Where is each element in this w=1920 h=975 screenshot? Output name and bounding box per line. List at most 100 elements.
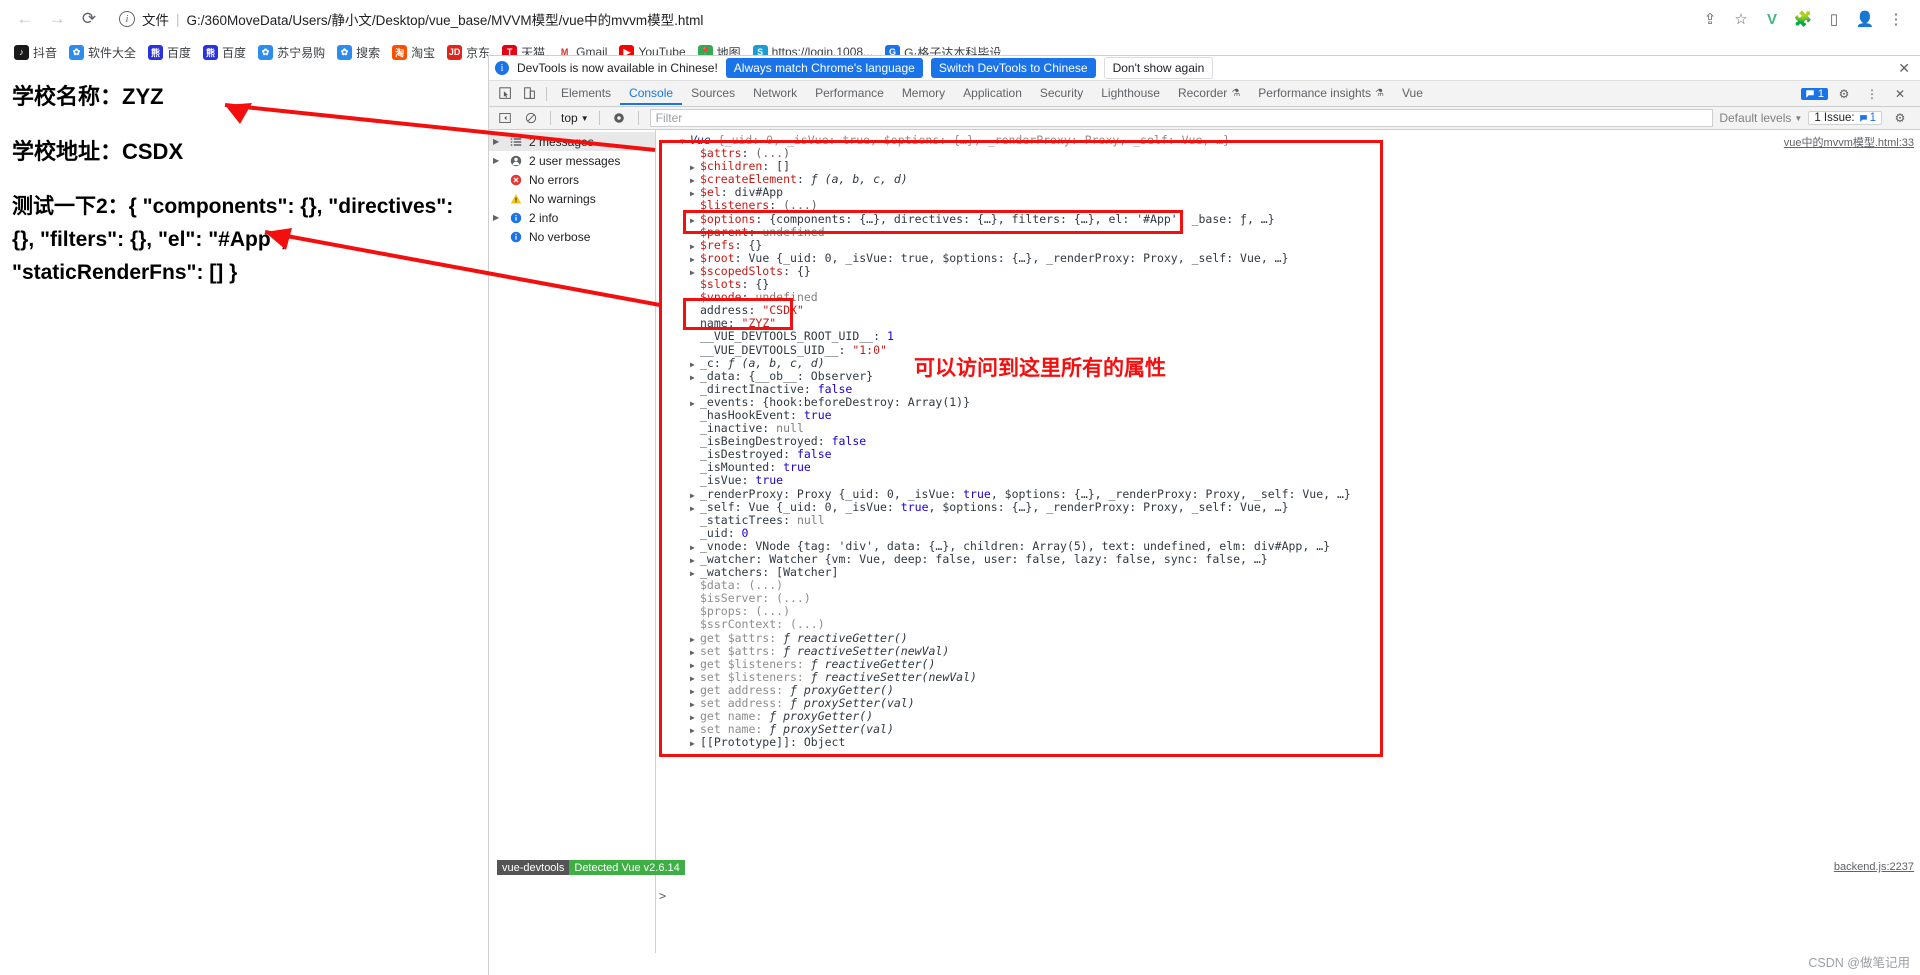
console-log-line[interactable]: $props: (...) — [680, 605, 1920, 618]
bookmark-item[interactable]: 熊百度 — [142, 41, 197, 64]
console-log-line[interactable]: $isServer: (...) — [680, 592, 1920, 605]
disclosure-triangle-icon[interactable]: ▶ — [690, 737, 698, 750]
tab-performance[interactable]: Performance — [806, 82, 893, 105]
bookmark-item[interactable]: ♪ 抖音 — [8, 41, 63, 64]
address-bar[interactable]: i 文件 | G:/360MoveData/Users/静小文/Desktop/… — [112, 5, 1694, 33]
tab-vue[interactable]: Vue — [1393, 82, 1432, 105]
sidebar-toggle-icon[interactable] — [493, 107, 517, 129]
source-link-bottom[interactable]: backend.js:2237 — [1834, 861, 1914, 873]
tab-elements[interactable]: Elements — [552, 82, 620, 105]
console-log-line[interactable]: $vnode: undefined — [680, 291, 1920, 304]
console-sidebar-item[interactable]: ▶ 2 user messages — [489, 151, 655, 170]
disclosure-triangle-icon[interactable]: ▶ — [690, 371, 698, 384]
disclosure-triangle-icon[interactable]: ▶ — [690, 240, 698, 253]
log-levels-select[interactable]: Default levels ▼ — [1719, 111, 1802, 125]
console-log-line[interactable]: ▼ Vue {_uid: 0, _isVue: true, $options: {… — [680, 133, 1920, 147]
console-log-line[interactable]: $data: (...) — [680, 579, 1920, 592]
console-log-line[interactable]: ▶ _events: {hook:beforeDestroy: Array(1)} — [680, 395, 1920, 409]
message-count-badge[interactable]: 1 — [1800, 87, 1828, 100]
console-sidebar-item[interactable]: ▶ 2 info — [489, 208, 655, 227]
disclosure-triangle-icon[interactable]: ▶ — [690, 659, 698, 672]
console-log-line[interactable]: ▶ _data: {__ob__: Observer} — [680, 369, 1920, 384]
tab-network[interactable]: Network — [744, 82, 806, 105]
chevron-right-icon[interactable]: ▶ — [493, 156, 503, 165]
page-info-icon[interactable]: i — [119, 11, 135, 27]
inspect-element-icon[interactable] — [493, 83, 517, 105]
console-log-line[interactable]: ▶ $scopedSlots: {} — [680, 264, 1920, 278]
vue-devtools-icon[interactable]: V — [1758, 5, 1786, 33]
tab-memory[interactable]: Memory — [893, 82, 954, 105]
clear-console-icon[interactable] — [519, 107, 543, 129]
chevron-right-icon[interactable]: ▶ — [493, 213, 503, 222]
console-sidebar-item[interactable]: No errors — [489, 170, 655, 189]
disclosure-triangle-icon[interactable]: ▶ — [690, 214, 698, 227]
console-log-line[interactable]: $slots: {} — [680, 277, 1920, 291]
forward-button[interactable]: → — [42, 4, 72, 34]
bookmark-item[interactable]: ✿ 苏宁易购 — [252, 41, 331, 64]
device-toolbar-icon[interactable] — [517, 83, 541, 105]
console-sidebar-item[interactable]: No verbose — [489, 227, 655, 246]
console-sidebar-item[interactable]: No warnings — [489, 189, 655, 208]
tab-performance-insights[interactable]: Performance insights ⚗ — [1249, 82, 1393, 105]
tab-application[interactable]: Application — [954, 82, 1031, 105]
dont-show-again-button[interactable]: Don't show again — [1103, 57, 1214, 79]
sidepanel-icon[interactable]: ▯ — [1820, 5, 1848, 33]
issues-badge[interactable]: 1 Issue: 1 — [1808, 111, 1882, 125]
switch-to-chinese-button[interactable]: Switch DevTools to Chinese — [930, 58, 1096, 78]
console-log-line[interactable]: ▶ _watchers: [Watcher] — [680, 566, 1920, 579]
console-prompt[interactable]: > — [659, 889, 666, 903]
profile-icon[interactable]: 👤 — [1851, 5, 1879, 33]
console-settings-icon[interactable]: ⚙ — [1888, 107, 1912, 129]
console-log-line[interactable]: ▶ $options: {components: {…}, directives:… — [680, 212, 1920, 227]
console-log-line[interactable]: $parent: undefined — [680, 225, 1920, 239]
source-link-top[interactable]: vue中的mvvm模型.html:33 — [1784, 134, 1914, 150]
share-icon[interactable]: ⇪ — [1696, 5, 1724, 33]
console-sidebar-item[interactable]: ▶ 2 messages — [489, 132, 655, 151]
more-options-icon[interactable]: ⋮ — [1860, 83, 1884, 105]
console-filter-input[interactable]: Filter — [649, 109, 1714, 127]
extensions-icon[interactable]: 🧩 — [1789, 5, 1817, 33]
bookmark-item[interactable]: 熊百度 — [197, 41, 252, 64]
console-log-line[interactable]: _isDestroyed: false — [680, 448, 1920, 461]
always-match-language-button[interactable]: Always match Chrome's language — [725, 58, 923, 78]
console-log-line[interactable]: __VUE_DEVTOOLS_UID__: "1:0" — [680, 343, 1920, 357]
disclosure-triangle-icon[interactable]: ▶ — [690, 489, 698, 502]
console-log-line[interactable]: ▶ _self: Vue {_uid: 0, _isVue: true, $opt… — [680, 500, 1920, 515]
tab-security[interactable]: Security — [1031, 82, 1092, 105]
disclosure-triangle-icon[interactable]: ▶ — [690, 646, 698, 659]
close-notice-icon[interactable]: ✕ — [1898, 60, 1914, 77]
tab-console[interactable]: Console — [620, 82, 682, 105]
console-output[interactable]: vue中的mvvm模型.html:33 ▼ Vue {_uid: 0, _isVu… — [656, 130, 1920, 953]
live-expression-icon[interactable] — [607, 107, 631, 129]
reload-button[interactable]: ⟳ — [74, 4, 104, 34]
bookmark-item[interactable]: ✿ 软件大全 — [63, 41, 142, 64]
disclosure-triangle-icon[interactable]: ▶ — [690, 672, 698, 685]
star-icon[interactable]: ☆ — [1727, 5, 1755, 33]
console-log-line[interactable]: address: "CSDX" — [680, 304, 1920, 317]
console-log-line[interactable]: ▶ $root: Vue {_uid: 0, _isVue: true, $opt… — [680, 251, 1920, 266]
back-button[interactable]: ← — [10, 4, 40, 34]
more-icon[interactable]: ⋮ — [1882, 5, 1910, 33]
console-log-line[interactable]: ▶ [[Prototype]]: Object — [680, 736, 1920, 749]
console-log-line[interactable]: ▶ _watcher: Watcher {vm: Vue, deep: false… — [680, 552, 1920, 566]
disclosure-triangle-icon[interactable]: ▶ — [690, 502, 698, 515]
console-log-line[interactable]: _staticTrees: null — [680, 513, 1920, 527]
console-log-line[interactable]: ▶ $createElement: ƒ (a, b, c, d) — [680, 173, 1920, 186]
console-log-line[interactable]: _isBeingDestroyed: false — [680, 435, 1920, 448]
close-devtools-icon[interactable]: ✕ — [1888, 83, 1912, 105]
execution-context-select[interactable]: top ▼ — [558, 110, 592, 126]
disclosure-triangle-icon[interactable]: ▶ — [690, 253, 698, 266]
disclosure-triangle-icon[interactable]: ▶ — [690, 633, 698, 646]
console-log-line[interactable]: $attrs: (...) — [680, 147, 1920, 160]
tab-lighthouse[interactable]: Lighthouse — [1092, 82, 1169, 105]
tab-sources[interactable]: Sources — [682, 82, 744, 105]
bookmark-item[interactable]: ✿ 搜索 — [331, 41, 386, 64]
console-log-line[interactable]: _hasHookEvent: true — [680, 408, 1920, 422]
chevron-right-icon[interactable]: ▶ — [493, 137, 503, 146]
disclosure-triangle-icon[interactable]: ▶ — [690, 358, 698, 371]
bookmark-item[interactable]: 淘淘宝 — [386, 41, 441, 64]
console-log-line[interactable]: _isMounted: true — [680, 461, 1920, 474]
gear-icon[interactable]: ⚙ — [1832, 83, 1856, 105]
console-log-line[interactable]: ▶ $el: div#App — [680, 186, 1920, 199]
tab-recorder[interactable]: Recorder ⚗ — [1169, 82, 1249, 105]
